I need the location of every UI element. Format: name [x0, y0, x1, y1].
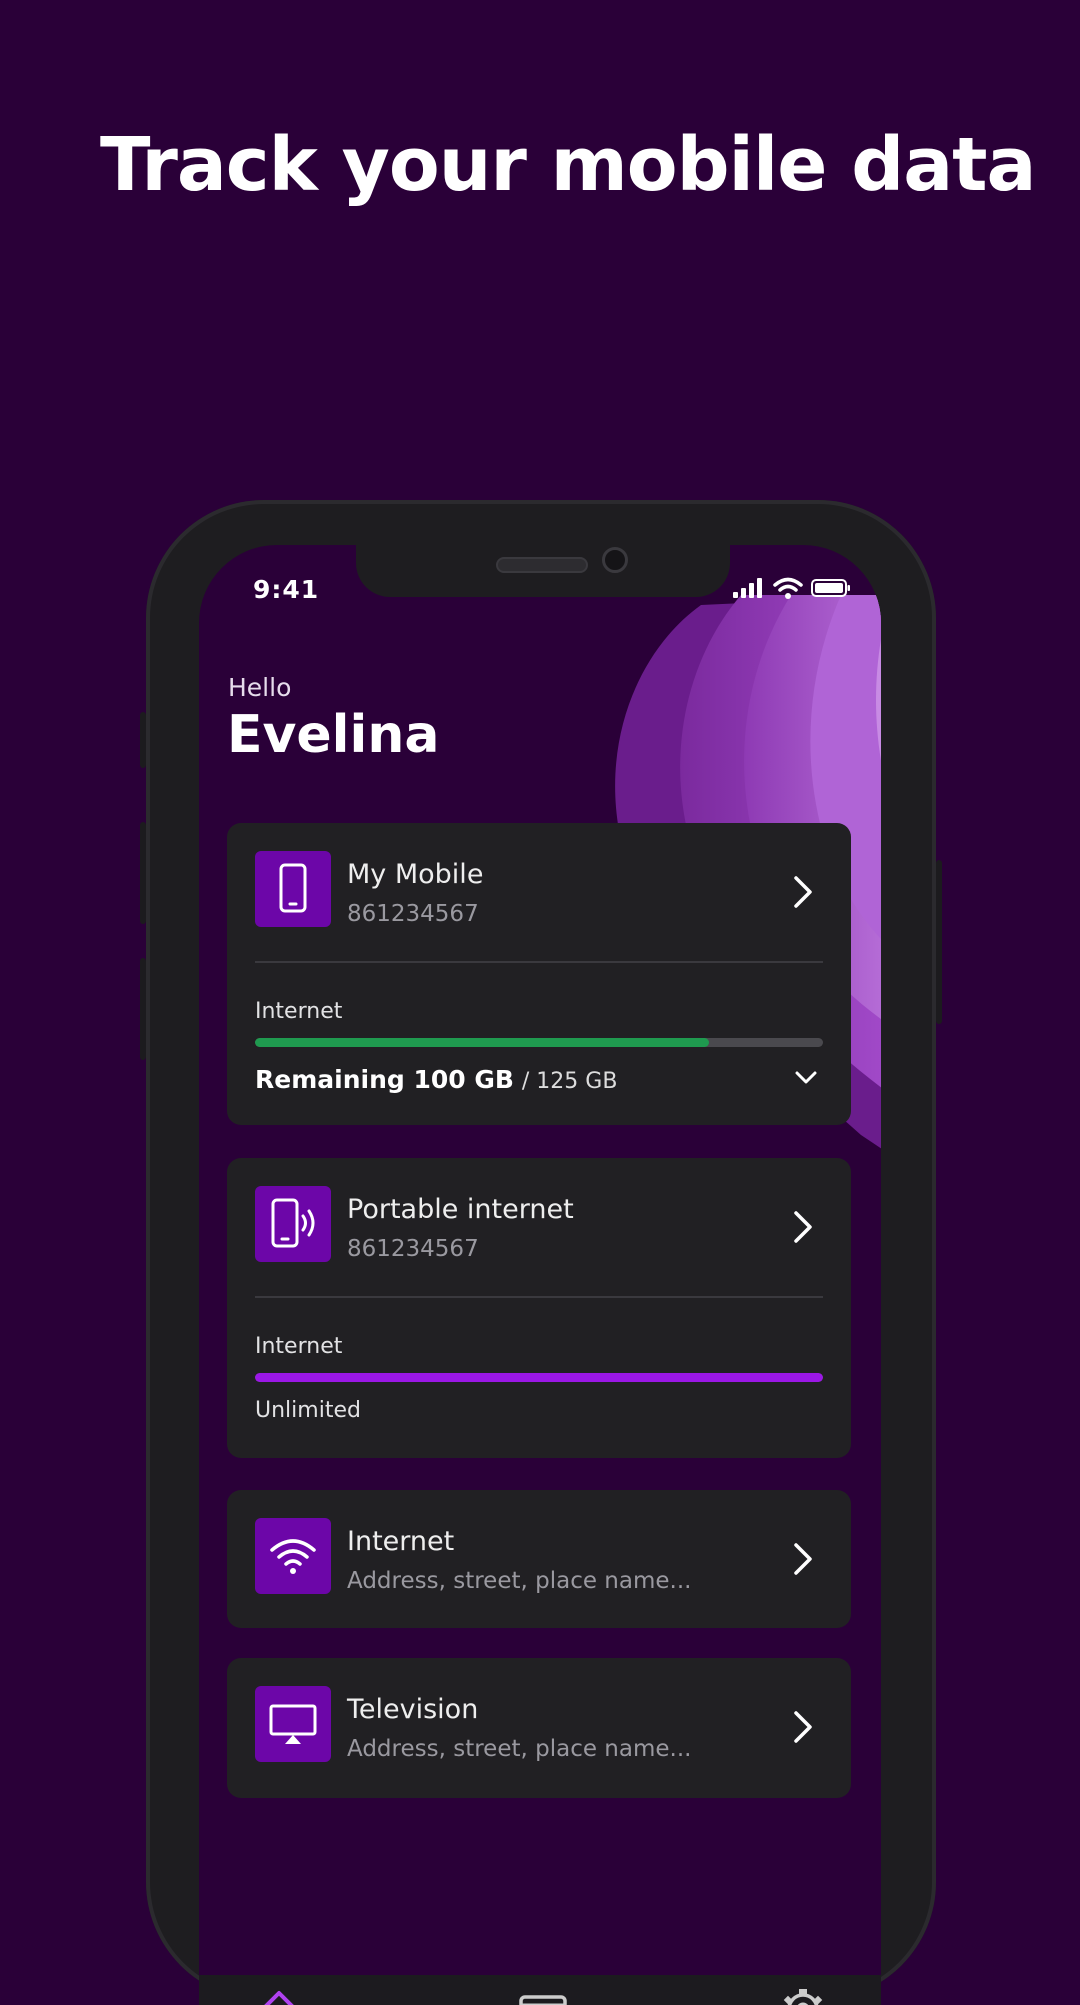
card-title: Internet [347, 1526, 455, 1557]
smartphone-icon [255, 851, 331, 927]
power-button [936, 860, 942, 1024]
remaining-amount: Remaining 100 GB [255, 1065, 514, 1094]
portable-internet-icon [255, 1186, 331, 1262]
wifi-icon [255, 1518, 331, 1594]
card-title: Television [347, 1694, 479, 1725]
settings-icon[interactable] [777, 1983, 829, 2005]
card-title: Portable internet [347, 1194, 574, 1225]
divider [255, 961, 823, 963]
camera [602, 547, 628, 573]
notch [356, 545, 730, 597]
greeting-hello: Hello [228, 673, 292, 702]
status-time: 9:41 [253, 575, 320, 604]
chevron-right-icon[interactable] [793, 875, 813, 909]
remaining-data: Remaining 100 GB / 125 GB [255, 1065, 617, 1094]
card-title: My Mobile [347, 859, 484, 890]
chevron-right-icon[interactable] [793, 1210, 813, 1244]
status-icons [733, 577, 851, 599]
plan-label: Unlimited [255, 1398, 361, 1423]
wifi-icon [773, 577, 803, 599]
usage-label: Internet [255, 999, 343, 1024]
card-subtitle: 861234567 [347, 1236, 479, 1262]
data-usage-bar-fill [255, 1038, 710, 1047]
headline: Track your mobile data [100, 122, 1036, 208]
data-usage-bar [255, 1038, 823, 1047]
data-usage-bar [255, 1373, 823, 1382]
phone-frame: 9:41 Hello Evelina My Mobile 861234567 I… [140, 500, 942, 2005]
card-subtitle: 861234567 [347, 901, 479, 927]
chevron-right-icon[interactable] [793, 1710, 813, 1744]
speaker [496, 557, 588, 573]
television-card[interactable]: Television Address, street, place name..… [227, 1658, 851, 1798]
volume-up-button [140, 822, 146, 924]
volume-down-button [140, 958, 146, 1060]
tv-icon [255, 1686, 331, 1762]
phone-screen: 9:41 Hello Evelina My Mobile 861234567 I… [199, 545, 881, 2005]
card-subtitle: Address, street, place name... [347, 1568, 692, 1594]
data-usage-bar-fill [255, 1373, 823, 1382]
total-amount: / 125 GB [521, 1069, 618, 1094]
card-subtitle: Address, street, place name... [347, 1736, 692, 1762]
bottom-navigation [199, 1975, 881, 2005]
signal-icon [733, 578, 762, 598]
mute-switch [140, 712, 146, 768]
internet-card[interactable]: Internet Address, street, place name... [227, 1490, 851, 1628]
wallet-icon[interactable] [517, 1989, 569, 2005]
battery-icon [811, 579, 850, 597]
divider [255, 1296, 823, 1298]
home-icon[interactable] [251, 1985, 307, 2005]
usage-label: Internet [255, 1334, 343, 1359]
chevron-right-icon[interactable] [793, 1542, 813, 1576]
user-name: Evelina [227, 705, 440, 765]
my-mobile-card[interactable]: My Mobile 861234567 Internet Remaining 1… [227, 823, 851, 1125]
chevron-down-icon[interactable] [795, 1071, 817, 1085]
portable-internet-card[interactable]: Portable internet 861234567 Internet Unl… [227, 1158, 851, 1458]
